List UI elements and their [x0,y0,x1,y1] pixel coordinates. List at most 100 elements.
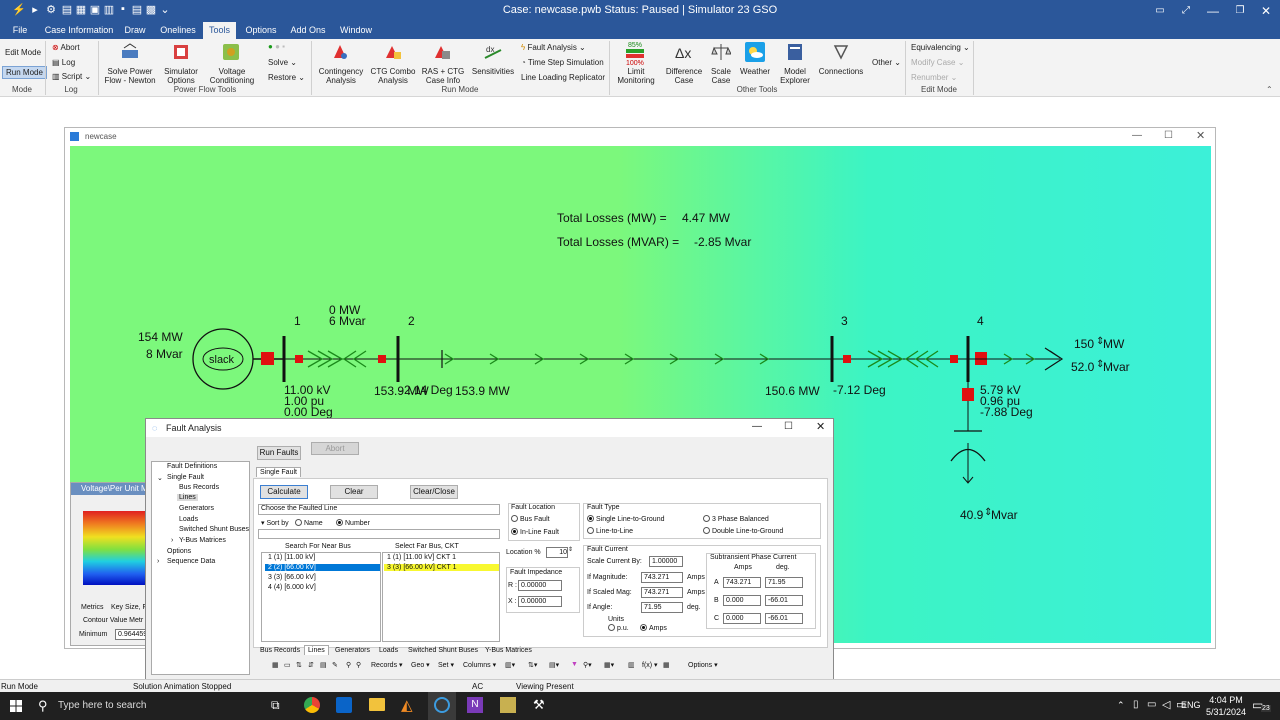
phase-c-amps[interactable]: 0.000 [723,613,761,624]
x-field[interactable]: 0.00000 [518,596,562,607]
branch-breaker[interactable] [378,355,386,363]
ctg-combo-analysis-button[interactable]: CTG Combo Analysis [370,67,416,85]
other-dropdown[interactable]: Other ⌄ [872,58,901,67]
tree-y-bus-matrices[interactable]: Y-Bus Matrices [179,537,226,544]
toolbar-find-icon[interactable]: ⚲▾ [583,661,592,669]
list-item-selected[interactable]: 2 (2) [66.00 kV] [265,564,380,571]
bottom-tab-bus-records[interactable]: Bus Records [260,647,300,654]
toolbar-grid-icon[interactable]: ▦ [272,661,279,669]
toolbar-format-icon[interactable]: ▤▾ [549,661,559,669]
tab-onelines[interactable]: Onelines [157,22,199,39]
tree-sequence-data[interactable]: Sequence Data [167,558,215,565]
collapse-ribbon-icon[interactable]: ⌃ [1266,85,1273,94]
geo-menu[interactable]: Geo ▾ [411,661,430,669]
tree-expand-icon[interactable]: ⌄ [157,474,163,482]
notes-icon[interactable] [500,697,516,713]
sensitivities-button[interactable]: Sensitivities [470,67,516,76]
minimum-value-field[interactable]: 0.964459 [115,629,147,640]
contingency-analysis-button[interactable]: Contingency Analysis [317,67,365,85]
inline-fault-radio[interactable]: In-Line Fault [511,528,559,536]
set-menu[interactable]: Set ▾ [438,661,454,669]
restore-icon[interactable]: ❐ [1226,0,1254,22]
tree-options[interactable]: Options [167,548,191,555]
limit-monitoring-button[interactable]: Limit Monitoring [614,67,658,85]
phase-c-deg[interactable]: -66.01 [765,613,803,624]
file-explorer-icon[interactable] [369,698,385,711]
clear-close-button[interactable]: Clear/Close [410,485,458,499]
columns-menu[interactable]: Columns ▾ [463,661,496,669]
chrome-icon[interactable] [304,697,320,713]
simulator-options-button[interactable]: Simulator Options [161,67,201,85]
three-phase-balanced-radio[interactable]: 3 Phase Balanced [703,515,769,523]
oneline-close-icon[interactable]: ✕ [1196,129,1205,142]
clear-button[interactable]: Clear [330,485,378,499]
renumber-button[interactable]: Renumber ⌄ [911,73,957,82]
restore-button[interactable]: Restore ⌄ [268,73,305,82]
outlook-icon[interactable] [336,697,352,713]
fault-maximize-icon[interactable]: ☐ [784,421,793,432]
bottom-tab-loads[interactable]: Loads [379,647,398,654]
script-button[interactable]: ▥ Script ⌄ [52,72,91,81]
fault-minimize-icon[interactable]: — [752,421,762,432]
bottom-tab-generators[interactable]: Generators [335,647,370,654]
abort-button[interactable]: ⊗ Abort [52,43,80,52]
matlab-icon[interactable]: ◭ [401,696,413,714]
taskbar-date[interactable]: 5/31/2024 [1202,707,1250,717]
line-loading-replicator-button[interactable]: Line Loading Replicator [521,73,605,82]
model-explorer-button[interactable]: Model Explorer [775,67,815,85]
tab-options[interactable]: Options [242,22,280,39]
edit-mode-button[interactable]: Edit Mode [5,48,41,57]
taskbar-language[interactable]: ENG [1181,700,1201,710]
tree-generators[interactable]: Generators [179,505,214,512]
oneline-maximize-icon[interactable]: ☐ [1164,130,1173,141]
tree-lines[interactable]: Lines [177,494,198,501]
phase-a-deg[interactable]: 71.95 [765,577,803,588]
time-step-simulation-button[interactable]: ◔ Time Step Simulation [521,58,604,67]
tab-draw[interactable]: Draw [118,22,152,39]
tab-add-ons[interactable]: Add Ons [287,22,329,39]
toolbar-table-icon[interactable]: ▭ [284,661,291,669]
bottom-tab-y-bus-matrices[interactable]: Y-Bus Matrices [485,647,532,654]
solve-button[interactable]: Solve ⌄ [268,58,297,67]
tree-loads[interactable]: Loads [179,516,198,523]
shunt-breaker[interactable] [962,388,974,401]
double-line-to-ground-radio[interactable]: Double Line-to-Ground [703,527,783,535]
r-field[interactable]: 0.00000 [518,580,562,591]
list-item[interactable]: 3 (3) [66.00 kV] [268,574,316,581]
task-view-icon[interactable]: ⧉ [271,698,280,713]
windows-start-icon[interactable] [10,700,22,712]
tree-switched-shunt-buses[interactable]: Switched Shunt Buses [179,526,249,533]
taskbar-search[interactable]: Type here to search [58,700,146,711]
toolbar-search-icon[interactable]: ⚲ [346,661,351,669]
toolbar-chart-icon[interactable]: ▥▾ [505,661,515,669]
list-item[interactable]: 1 (1) [11.00 kV] [268,554,315,561]
fx-menu[interactable]: f(x) ▾ [642,661,658,669]
tab-file[interactable]: File [6,22,34,39]
phase-b-deg[interactable]: -66.01 [765,595,803,606]
near-bus-list[interactable]: 1 (1) [11.00 kV] 2 (2) [66.00 kV] 3 (3) … [261,552,381,642]
calculate-button[interactable]: Calculate [260,485,308,499]
toolbar-grid2-icon[interactable]: ▦ [663,661,670,669]
toolbar-sort-menu-icon[interactable]: ⇅▾ [528,661,537,669]
toolbar-search-advanced-icon[interactable]: ⚲ [356,661,361,669]
units-amps-radio[interactable]: Amps [640,624,667,632]
weather-button[interactable]: Weather [737,67,773,76]
tab-key-size[interactable]: Key Size, F [111,604,147,611]
taskbar-time[interactable]: 4:04 PM [1202,695,1250,705]
fullscreen-icon[interactable]: ⤢ [1172,0,1200,22]
connections-button[interactable]: Connections [817,67,865,76]
units-pu-radio[interactable]: p.u. [608,624,629,632]
tray-chevron-icon[interactable]: ⌃ [1117,700,1125,711]
generator-breaker[interactable] [261,352,274,365]
if-scaled-field[interactable]: 743.271 [641,587,683,598]
sort-by-number-radio[interactable]: Number [336,519,370,527]
fault-analysis-button[interactable]: ϟ Fault Analysis ⌄ [521,43,586,52]
list-item[interactable]: 4 (4) [6.000 kV] [268,584,316,591]
tree-fault-definitions[interactable]: Fault Definitions [167,463,217,470]
branch-breaker[interactable] [295,355,303,363]
sort-by-name-radio[interactable]: Name [295,519,323,527]
line-to-line-radio[interactable]: Line-to-Line [587,527,633,535]
bottom-tab-lines[interactable]: Lines [304,645,329,655]
fault-close-icon[interactable]: ✕ [816,420,825,433]
tray-usb-icon[interactable]: ▯ [1133,699,1139,710]
